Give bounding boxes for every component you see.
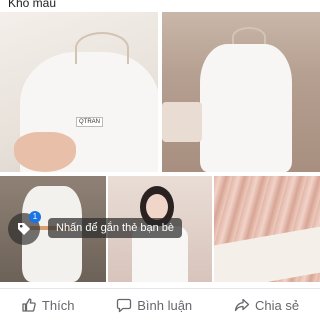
post-action-bar: Thích Bình luận Chia sẻ [0,288,320,321]
thumbs-up-icon [22,298,36,312]
fabric-fold [214,226,320,282]
like-button[interactable]: Thích [21,297,75,313]
comment-icon [117,298,132,313]
comment-button[interactable]: Bình luận [116,297,192,313]
post-caption: Kho mẫu [8,0,57,10]
tag-hint: Nhấn để gắn thẻ bạn bè [48,218,183,238]
photo-1[interactable]: QTRAN [0,12,158,172]
brand-tag: QTRAN [76,117,103,127]
post-caption-strip: Kho mẫu [0,0,320,12]
share-button[interactable]: Chia sẻ [234,297,299,313]
like-label: Thích [41,297,75,313]
tag-count-badge: 1 [29,211,41,223]
hanger [75,32,129,64]
pillow [162,102,202,142]
share-icon [234,298,250,312]
model-face [146,194,168,220]
dress-on-hanger [200,44,292,172]
tag-icon [18,223,30,235]
comment-label: Bình luận [137,297,193,313]
hand [14,132,76,172]
photo-5[interactable] [214,176,320,282]
photo-2[interactable] [162,12,320,172]
share-label: Chia sẻ [254,297,300,313]
